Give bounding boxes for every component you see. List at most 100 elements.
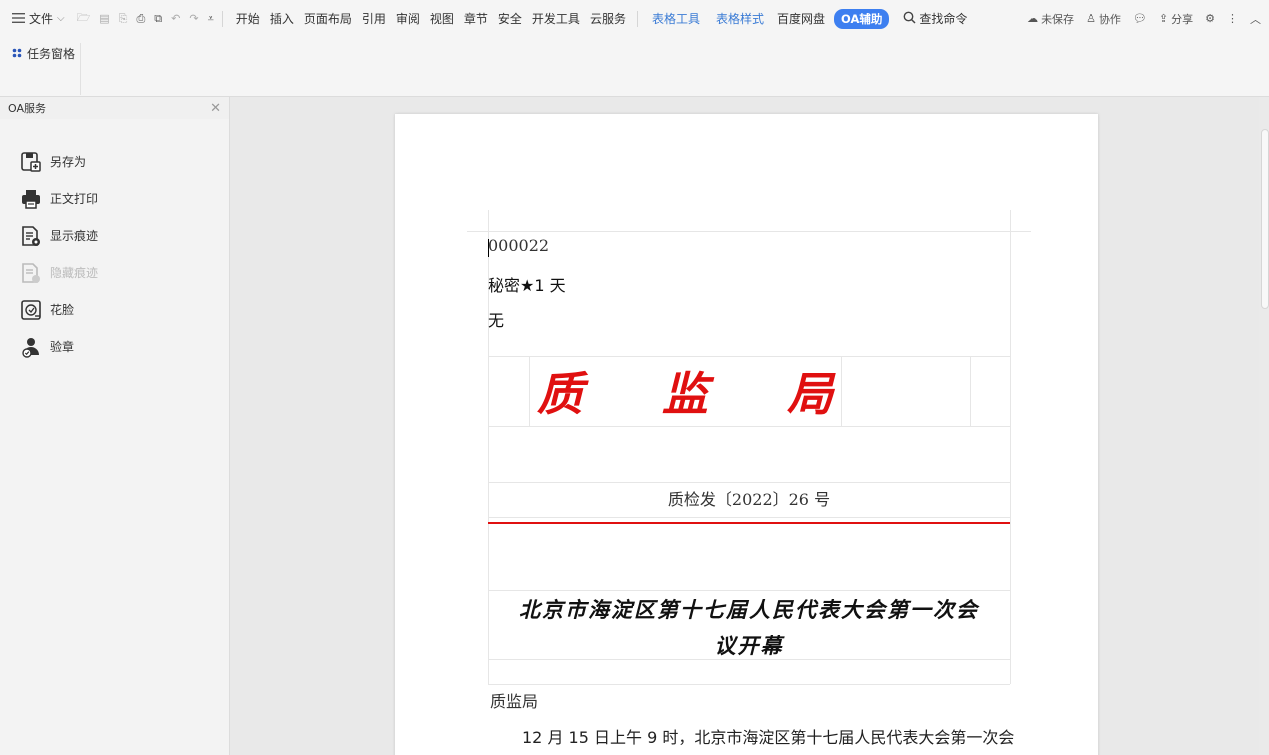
gear-icon: ⚙ [1205, 12, 1215, 25]
tab-insert[interactable]: 插入 [265, 10, 299, 27]
divider [221, 10, 223, 27]
print-body-button[interactable]: 正文打印 [0, 180, 229, 217]
undo-icon[interactable]: ↶ [171, 12, 180, 25]
chevron-down-icon: ⌵ [57, 13, 65, 24]
tab-cloud-services[interactable]: 云服务 [585, 10, 631, 27]
grid-dots-icon [12, 47, 22, 61]
show-revisions-icon [22, 225, 40, 246]
share-button[interactable]: ⇪ 分享 [1159, 11, 1193, 27]
red-separator-line [488, 522, 1010, 524]
table-gridline [1010, 210, 1011, 684]
hide-revisions-icon [22, 262, 40, 283]
quick-access-toolbar: 🗁 ▤ ⎘ ⎙ ⧉ ↶ ↷ ⩡ [77, 9, 214, 28]
title-line: 议开幕 [714, 633, 784, 658]
org-char: 监 [662, 367, 708, 421]
more-button[interactable]: ⋮ [1227, 12, 1238, 25]
table-gridline [467, 231, 1031, 232]
format-painter-icon[interactable]: ⎘ [119, 12, 128, 26]
tab-references[interactable]: 引用 [357, 10, 391, 27]
document-title[interactable]: 北京市海淀区第十七届人民代表大会第一次会 议开幕 [488, 592, 1010, 664]
share-icon: ⇪ [1158, 12, 1169, 25]
find-command[interactable]: 查找命令 [903, 10, 967, 27]
tab-oa-assist[interactable]: OA辅助 [834, 8, 890, 29]
people-icon: ♙ [1086, 12, 1096, 25]
table-gridline [488, 426, 1010, 427]
open-icon[interactable]: 🗁 [77, 9, 91, 28]
comment-icon: 💬︎ [1132, 12, 1147, 25]
panel-header: OA服务 ✕ [0, 97, 229, 119]
hide-revisions-button[interactable]: 隐藏痕迹 [0, 254, 229, 291]
hamburger-icon [12, 12, 25, 26]
find-command-label: 查找命令 [919, 12, 968, 26]
recipient[interactable]: 质监局 [490, 688, 538, 712]
verify-seal-label: 验章 [50, 340, 75, 354]
unsaved-indicator[interactable]: ☁ 未保存 [1027, 11, 1074, 27]
mask-label: 花脸 [50, 303, 75, 317]
scrollbar-thumb[interactable] [1261, 129, 1269, 309]
collaborate-button[interactable]: ♙ 协作 [1086, 11, 1121, 27]
save-as-icon [21, 151, 41, 172]
comment-button[interactable]: 💬︎ [1133, 12, 1147, 25]
table-gridline [488, 590, 1010, 591]
mask-icon [21, 299, 41, 320]
right-toolbar: ☁ 未保存 ♙ 协作 💬︎ ⇪ 分享 ⚙ ⋮ ︿ [1027, 0, 1261, 37]
close-icon[interactable]: ✕ [210, 101, 221, 116]
chevron-up-icon: ︿ [1250, 12, 1261, 26]
settings-button[interactable]: ⚙ [1205, 12, 1215, 25]
print-icon[interactable]: ⎙ [136, 12, 145, 26]
tab-table-style[interactable]: 表格样式 [708, 10, 772, 27]
tab-developer[interactable]: 开发工具 [527, 10, 585, 27]
unsaved-label: 未保存 [1041, 12, 1075, 26]
save-as-label: 另存为 [50, 155, 87, 169]
org-char: 局 [787, 367, 833, 421]
task-pane-button[interactable]: 任务窗格 [12, 45, 75, 62]
document-canvas[interactable]: 000022 秘密★1 天 无 质 监 局 质检发〔2022〕26 号 北京市海… [231, 97, 1259, 755]
table-gridline [841, 356, 842, 426]
issuing-org-header: 质 监 局 [529, 356, 841, 426]
table-gridline [488, 517, 1010, 518]
tab-page-layout[interactable]: 页面布局 [299, 10, 357, 27]
divider [636, 10, 638, 27]
show-revisions-label: 显示痕迹 [50, 229, 99, 243]
body-paragraph[interactable]: 12 月 15 日上午 9 时，北京市海淀区第十七届人民代表大会第一次会 [522, 724, 1014, 748]
collapse-ribbon-button[interactable]: ︿ [1250, 11, 1261, 27]
table-gridline [970, 356, 971, 426]
verify-seal-icon [22, 337, 39, 358]
document-page[interactable]: 000022 秘密★1 天 无 质 监 局 质检发〔2022〕26 号 北京市海… [395, 114, 1098, 755]
hide-revisions-label: 隐藏痕迹 [50, 266, 99, 280]
table-gridline [488, 482, 1010, 483]
document-number[interactable]: 000022 [488, 236, 549, 255]
divider [80, 43, 81, 95]
tab-security[interactable]: 安全 [493, 10, 527, 27]
tab-baidu-netdisk[interactable]: 百度网盘 [772, 10, 830, 27]
document-reference-number[interactable]: 质检发〔2022〕26 号 [488, 486, 1010, 510]
more-dropdown-icon[interactable]: ⩡ [208, 12, 214, 26]
vertical-scrollbar[interactable] [1259, 97, 1269, 755]
table-gridline [488, 684, 1010, 685]
tab-home[interactable]: 开始 [231, 10, 265, 27]
ribbon-tabs: 开始 插入 页面布局 引用 审阅 视图 章节 安全 开发工具 云服务 表格工具 … [231, 8, 890, 29]
printer-icon [22, 189, 40, 209]
search-icon [903, 11, 916, 27]
menu-bar: 文件 ⌵ 🗁 ▤ ⎘ ⎙ ⧉ ↶ ↷ ⩡ 开始 插入 页面布局 引用 审阅 视图… [0, 0, 1269, 37]
print-preview-icon[interactable]: ⧉ [154, 12, 162, 26]
tab-chapter[interactable]: 章节 [459, 10, 493, 27]
tab-view[interactable]: 视图 [425, 10, 459, 27]
oa-service-panel: OA服务 ✕ 另存为 正文打印 显示痕迹 隐藏痕迹 花脸 验章 [0, 97, 230, 755]
org-char: 质 [537, 367, 583, 421]
collaborate-label: 协作 [1098, 12, 1121, 26]
save-icon[interactable]: ▤ [99, 12, 109, 25]
panel-action-list: 另存为 正文打印 显示痕迹 隐藏痕迹 花脸 验章 [0, 119, 229, 365]
mask-button[interactable]: 花脸 [0, 291, 229, 328]
verify-seal-button[interactable]: 验章 [0, 328, 229, 365]
tab-review[interactable]: 审阅 [391, 10, 425, 27]
tab-table-tools[interactable]: 表格工具 [644, 10, 708, 27]
secret-level[interactable]: 秘密★1 天 [488, 272, 566, 296]
urgency-level[interactable]: 无 [488, 307, 504, 331]
redo-icon[interactable]: ↷ [189, 12, 198, 25]
more-vertical-icon: ⋮ [1227, 12, 1238, 25]
show-revisions-button[interactable]: 显示痕迹 [0, 217, 229, 254]
file-menu-label: 文件 [29, 12, 54, 26]
file-menu[interactable]: 文件 ⌵ [12, 10, 65, 27]
save-as-button[interactable]: 另存为 [0, 143, 229, 180]
